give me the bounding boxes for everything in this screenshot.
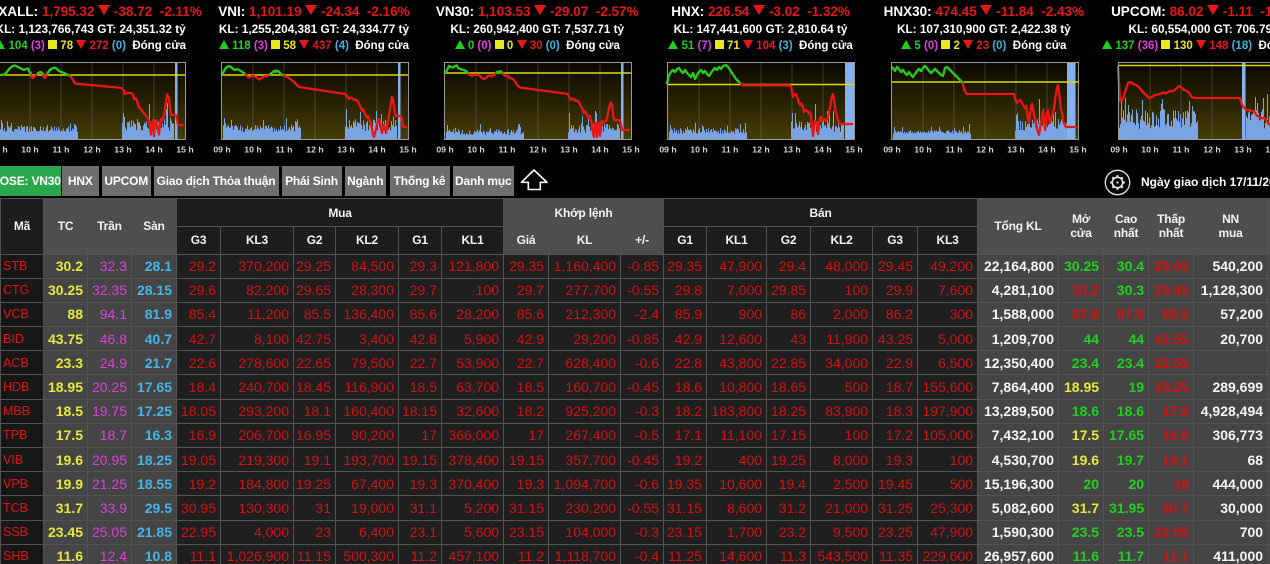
svg-text:15 h: 15 h bbox=[622, 145, 639, 155]
svg-text:13 h: 13 h bbox=[1234, 145, 1251, 155]
svg-text:13 h: 13 h bbox=[784, 145, 801, 155]
svg-text:10 h: 10 h bbox=[21, 145, 38, 155]
svg-text:13 h: 13 h bbox=[560, 145, 577, 155]
svg-text:09 h: 09 h bbox=[660, 145, 677, 155]
svg-text:15 h: 15 h bbox=[399, 145, 416, 155]
svg-text:11 h: 11 h bbox=[52, 145, 69, 155]
svg-text:09 h: 09 h bbox=[0, 145, 7, 155]
svg-text:10 h: 10 h bbox=[467, 145, 484, 155]
svg-text:11 h: 11 h bbox=[275, 145, 292, 155]
svg-text:13 h: 13 h bbox=[114, 145, 131, 155]
svg-text:13 h: 13 h bbox=[337, 145, 354, 155]
svg-text:15 h: 15 h bbox=[1069, 145, 1086, 155]
svg-text:14 h: 14 h bbox=[815, 145, 832, 155]
svg-text:15 h: 15 h bbox=[846, 145, 863, 155]
svg-text:12 h: 12 h bbox=[1203, 145, 1220, 155]
svg-text:09 h: 09 h bbox=[436, 145, 453, 155]
svg-text:14 h: 14 h bbox=[591, 145, 608, 155]
svg-text:13 h: 13 h bbox=[1007, 145, 1024, 155]
svg-text:12 h: 12 h bbox=[753, 145, 770, 155]
svg-text:10 h: 10 h bbox=[244, 145, 261, 155]
svg-text:15 h: 15 h bbox=[176, 145, 193, 155]
svg-text:11 h: 11 h bbox=[722, 145, 739, 155]
svg-text:14 h: 14 h bbox=[1038, 145, 1055, 155]
svg-text:09 h: 09 h bbox=[213, 145, 230, 155]
svg-text:14 h: 14 h bbox=[368, 145, 385, 155]
svg-text:10 h: 10 h bbox=[914, 145, 931, 155]
svg-text:12 h: 12 h bbox=[83, 145, 100, 155]
svg-text:11 h: 11 h bbox=[945, 145, 962, 155]
svg-text:12 h: 12 h bbox=[529, 145, 546, 155]
svg-text:11 h: 11 h bbox=[499, 145, 516, 155]
svg-text:09 h: 09 h bbox=[1110, 145, 1127, 155]
svg-text:11 h: 11 h bbox=[1173, 145, 1190, 155]
svg-text:12 h: 12 h bbox=[306, 145, 323, 155]
svg-text:10 h: 10 h bbox=[1141, 145, 1158, 155]
svg-text:10 h: 10 h bbox=[691, 145, 708, 155]
svg-text:14 h: 14 h bbox=[145, 145, 162, 155]
svg-text:14 h: 14 h bbox=[1265, 145, 1270, 155]
svg-text:12 h: 12 h bbox=[976, 145, 993, 155]
svg-text:09 h: 09 h bbox=[883, 145, 900, 155]
